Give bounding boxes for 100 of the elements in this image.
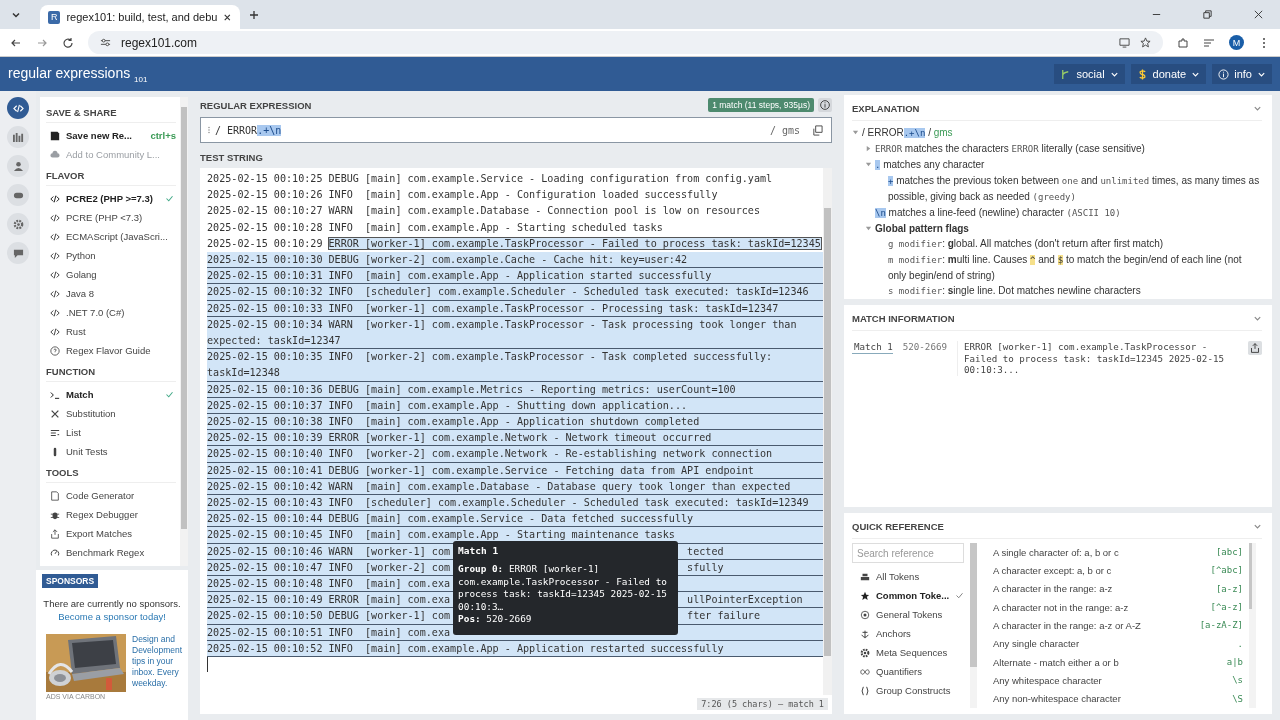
explanation-text: g modifier: global. All matches (don't return after first match) (888, 237, 1164, 251)
reference-description[interactable]: A single character of: a, b or c (993, 546, 1119, 558)
scrollbar[interactable] (970, 543, 977, 708)
category-item[interactable]: Meta Sequences (852, 643, 964, 662)
caret-icon[interactable] (1253, 314, 1262, 323)
reference-description[interactable]: Any non-whitespace character (993, 693, 1121, 705)
scrollbar[interactable] (1249, 543, 1256, 708)
reference-token[interactable]: \s (1232, 675, 1243, 686)
disclosure-icon[interactable] (865, 225, 872, 232)
sponsor-link[interactable]: Become a sponsor today! (58, 611, 166, 622)
reference-description[interactable]: A character not in the range: a-z (993, 601, 1129, 613)
reference-token[interactable]: [abc] (1215, 547, 1243, 558)
caret-icon[interactable] (1253, 104, 1262, 113)
sidebar-item[interactable]: Golang (46, 265, 180, 284)
rail-button[interactable] (7, 126, 29, 148)
reload-icon[interactable] (62, 36, 74, 49)
browser-tab[interactable]: R regex101: build, test, and debu (40, 5, 240, 29)
disclosure-icon[interactable] (852, 129, 859, 136)
sidebar-item[interactable]: Substitution (46, 404, 180, 423)
code-line: 2025-02-15 00:10:44 DEBUG [main] com.example.Service - Data fetched successfully (207, 512, 694, 527)
sidebar-item[interactable]: Python (46, 246, 180, 265)
copy-icon[interactable] (812, 124, 823, 136)
category-item[interactable]: Common Toke... (852, 586, 964, 605)
sidebar-item[interactable]: Export Matches (46, 524, 180, 543)
star-icon[interactable] (1140, 37, 1151, 48)
reference-description[interactable]: A character except: a, b or c (993, 565, 1112, 576)
reference-token[interactable]: a|b (1226, 657, 1243, 668)
reference-token[interactable]: [^abc] (1210, 565, 1243, 576)
extensions-icon[interactable] (1177, 36, 1189, 49)
reference-description[interactable]: Alternate - match either a or b (993, 656, 1119, 668)
sidebar-item[interactable]: PCRE2 (PHP >=7.3) (46, 189, 180, 208)
site-settings-icon[interactable] (100, 37, 111, 48)
reference-token[interactable]: [^a-z] (1210, 602, 1243, 613)
reference-token[interactable]: [a-zA-Z] (1199, 620, 1243, 631)
sidebar-item[interactable]: Match (46, 385, 180, 404)
section-heading: REGULAR EXPRESSION (200, 99, 312, 111)
install-icon[interactable] (1119, 37, 1130, 48)
ad-text[interactable]: Design and Development tips in your inbox. Every weekday. (132, 634, 188, 692)
sidebar-item[interactable]: Unit Tests (46, 442, 180, 461)
sidebar-item[interactable]: List (46, 423, 180, 442)
code-line: 2025-02-15 00:10:35 INFO [worker-2] com.example.TaskProcessor - Task completed successfully: taskId=12348 (207, 350, 774, 381)
section-heading: TOOLS (46, 461, 176, 483)
flags-button[interactable]: / gms (769, 124, 800, 136)
address-field[interactable]: regex101.com (88, 31, 1163, 54)
rail-button[interactable] (7, 155, 29, 177)
profile-avatar[interactable]: M (1229, 35, 1244, 50)
floppy-icon (50, 130, 60, 141)
sidebar-item[interactable]: Regex Debugger (46, 505, 180, 524)
scrollbar[interactable] (180, 97, 188, 566)
drag-handle-icon[interactable] (207, 125, 211, 135)
reading-list-icon[interactable] (1203, 36, 1215, 49)
explanation-text: ERROR matches the characters ERROR literally (case sensitive) (875, 142, 1145, 156)
sidebar-item[interactable]: .NET 7.0 (C#) (46, 303, 180, 322)
info-icon (1218, 68, 1230, 80)
code-line: 2025-02-15 00:10:37 INFO [main] com.example.App - Shutting down application... (207, 398, 688, 413)
category-item[interactable]: Group Constructs (852, 681, 964, 700)
nav-menu-button[interactable]: donate (1130, 64, 1207, 84)
scrollbar[interactable] (823, 168, 832, 695)
close-icon[interactable] (223, 12, 232, 22)
reference-description[interactable]: A character in the range: a-z or A-Z (993, 619, 1141, 631)
reference-description[interactable]: A character in the range: a-z (993, 583, 1113, 595)
rail-button[interactable] (7, 213, 29, 235)
sidebar-item[interactable]: Code Generator (46, 486, 180, 505)
close-icon[interactable] (1253, 9, 1264, 20)
code-line: 2025-02-15 00:10:51 INFO [main] com.exa (207, 625, 451, 640)
sidebar-item[interactable]: ECMAScript (JavaScri... (46, 227, 180, 246)
reference-token[interactable]: \S (1232, 693, 1243, 704)
code-line: 2025-02-15 00:10:26 INFO [main] com.example.App - Configuration loaded successfully (207, 188, 718, 203)
code-line: 2025-02-15 00:10:41 DEBUG [worker-1] com.example.Service - Fetching data from API endpoint (207, 463, 754, 478)
category-item[interactable]: Anchors (852, 624, 964, 643)
site-logo[interactable]: regular expressions $_{101}$ (8, 64, 148, 84)
tooltip-text: Group 0: ERROR [worker-1] com.example.TaskProcessor - Failed to process task: taskId=12345 2025-02-15 00:10:3… (458, 563, 668, 614)
reference-token[interactable]: . (1237, 638, 1243, 649)
disclosure-icon[interactable] (865, 145, 872, 152)
sidebar-item[interactable]: Benchmark Regex (46, 543, 180, 562)
category-item[interactable]: General Tokens (852, 605, 964, 624)
match-label[interactable]: Match 1 (852, 341, 893, 354)
reference-description[interactable]: Any whitespace character (993, 674, 1102, 686)
sidebar-item[interactable]: Rust (46, 322, 180, 341)
nav-menu-button[interactable]: info (1212, 64, 1272, 84)
disclosure-icon[interactable] (865, 161, 872, 168)
regex-field[interactable]: / ERROR.+\n / gms (200, 117, 832, 143)
sidebar-item[interactable]: Regex Flavor Guide (46, 341, 180, 360)
sidebar-item[interactable]: Save new Re... ctrl+s (46, 126, 180, 145)
rail-button[interactable] (7, 97, 29, 119)
category-item[interactable]: Quantifiers (852, 662, 964, 681)
export-icon[interactable] (1248, 341, 1262, 355)
rail-button[interactable] (7, 242, 29, 264)
nav-menu-button[interactable]: social (1054, 64, 1125, 84)
reference-token[interactable]: [a-z] (1215, 583, 1243, 594)
rail-button[interactable] (7, 184, 29, 206)
sidebar-item[interactable]: Java 8 (46, 284, 180, 303)
restore-icon[interactable] (1202, 9, 1213, 20)
info-icon[interactable] (818, 98, 832, 112)
caret-icon[interactable] (1253, 522, 1262, 531)
reference-description[interactable]: Any single character (993, 638, 1080, 650)
search-field[interactable]: Search reference (852, 543, 964, 563)
new-tab-icon[interactable] (248, 9, 260, 21)
sidebar-item[interactable]: PCRE (PHP <7.3) (46, 208, 180, 227)
category-item[interactable]: All Tokens (852, 567, 964, 586)
